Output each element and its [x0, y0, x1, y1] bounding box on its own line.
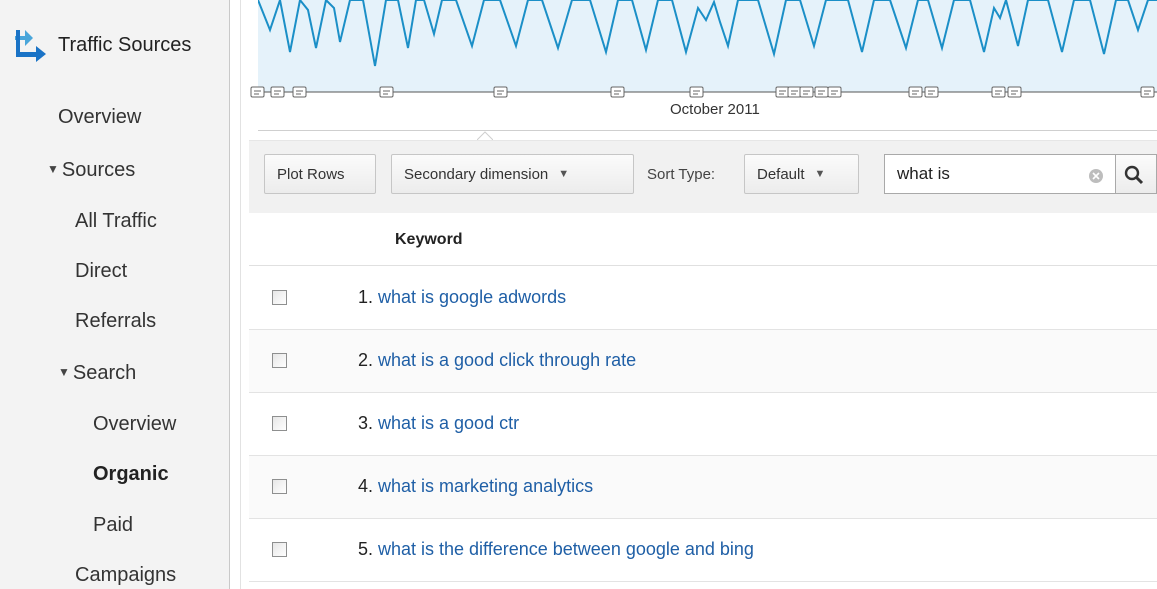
chevron-down-icon: ▼: [814, 168, 826, 180]
search-button[interactable]: [1116, 154, 1157, 194]
annotation-note-icon[interactable]: [991, 86, 1007, 100]
sidebar-item-label: Sources: [61, 159, 136, 181]
expand-triangle-icon: ▼: [58, 364, 70, 379]
sidebar: Traffic Sources Overview ▼ Sources All Tr…: [0, 0, 229, 589]
chevron-down-icon: ▼: [558, 168, 570, 180]
sidebar-item-label: All Traffic: [75, 210, 157, 232]
chart-series-line: [258, 0, 1157, 67]
sidebar-item-all-traffic[interactable]: All Traffic: [75, 210, 157, 233]
search-input[interactable]: [884, 154, 1116, 194]
sidebar-item-label: Overview: [93, 413, 177, 435]
section-divider: [258, 130, 1157, 131]
row-number: 5.: [357, 539, 373, 559]
sidebar-item-label: Direct: [75, 260, 128, 282]
traffic-line-chart[interactable]: [258, 0, 1157, 92]
sidebar-item-label: Referrals: [75, 310, 157, 332]
header-divider: [249, 265, 1157, 266]
annotation-note-icon[interactable]: [689, 86, 705, 100]
table-row: 3. what is a good ctr: [249, 393, 1157, 456]
table-toolbar: Plot Rows Secondary dimension ▼ Sort Typ…: [249, 140, 1157, 213]
row-checkbox[interactable]: [272, 290, 287, 305]
plot-rows-button[interactable]: Plot Rows: [264, 154, 376, 194]
month-label: October 2011: [670, 101, 760, 118]
annotation-note-icon[interactable]: [250, 86, 266, 100]
annotation-note-icon[interactable]: [610, 86, 626, 100]
sidebar-item-campaigns[interactable]: Campaigns: [75, 564, 176, 587]
row-number: 2.: [357, 350, 373, 370]
sidebar-item-direct[interactable]: Direct: [75, 260, 127, 283]
sidebar-divider-inner: [240, 0, 241, 589]
sidebar-item-referrals[interactable]: Referrals: [75, 310, 156, 333]
row-checkbox[interactable]: [272, 353, 287, 368]
clear-search-icon[interactable]: [1088, 168, 1104, 184]
row-checkbox[interactable]: [272, 542, 287, 557]
keyword-link[interactable]: what is a good ctr: [378, 413, 519, 434]
table-row: 2. what is a good click through rate: [249, 330, 1157, 393]
annotation-note-icon[interactable]: [908, 86, 924, 100]
keyword-link[interactable]: what is google adwords: [378, 287, 566, 308]
keyword-column-header[interactable]: Keyword: [395, 231, 463, 249]
annotation-note-icon[interactable]: [827, 86, 843, 100]
sidebar-item-organic[interactable]: Organic: [93, 463, 169, 486]
row-number: 3.: [357, 413, 373, 433]
sidebar-item-paid[interactable]: Paid: [93, 514, 133, 537]
sidebar-item-search-overview[interactable]: Overview: [93, 413, 176, 436]
sidebar-item-sources[interactable]: ▼ Sources: [47, 159, 135, 182]
sidebar-item-search[interactable]: ▼ Search: [58, 362, 136, 385]
sidebar-item-overview[interactable]: Overview: [58, 106, 141, 129]
annotation-note-icon[interactable]: [379, 86, 395, 100]
table-row: 5. what is the difference between google…: [249, 519, 1157, 582]
row-checkbox[interactable]: [272, 416, 287, 431]
sidebar-item-label: Search: [72, 362, 137, 384]
sort-type-value: Default: [757, 165, 805, 183]
sidebar-item-label: Overview: [58, 106, 142, 128]
secondary-dimension-dropdown[interactable]: Secondary dimension ▼: [391, 154, 634, 194]
annotation-note-icon[interactable]: [1007, 86, 1023, 100]
annotation-note-icon[interactable]: [1140, 86, 1156, 100]
annotation-note-icon[interactable]: [924, 86, 940, 100]
keyword-link[interactable]: what is marketing analytics: [378, 476, 593, 497]
table-row: 4. what is marketing analytics: [249, 456, 1157, 519]
annotation-note-icon[interactable]: [270, 86, 286, 100]
search-icon: [1124, 165, 1144, 185]
secondary-dimension-label: Secondary dimension: [404, 165, 549, 183]
sort-type-label: Sort Type:: [647, 166, 716, 183]
sidebar-item-label: Paid: [93, 514, 134, 536]
traffic-sources-arrow-icon: [15, 30, 46, 62]
row-number: 1.: [357, 287, 373, 307]
annotation-note-icon[interactable]: [493, 86, 509, 100]
sidebar-header-title: Traffic Sources: [58, 34, 192, 56]
sort-type-dropdown[interactable]: Default ▼: [744, 154, 859, 194]
keyword-link[interactable]: what is the difference between google an…: [378, 539, 754, 560]
table-row: 1. what is google adwords: [249, 267, 1157, 330]
sidebar-header[interactable]: Traffic Sources: [0, 22, 229, 68]
sidebar-divider: [229, 0, 230, 589]
row-number: 4.: [357, 476, 373, 496]
sidebar-item-label: Organic: [93, 463, 169, 485]
expand-triangle-icon: ▼: [47, 161, 59, 176]
keyword-link[interactable]: what is a good click through rate: [378, 350, 636, 371]
plot-rows-label: Plot Rows: [277, 165, 345, 183]
annotation-note-icon[interactable]: [799, 86, 815, 100]
annotation-note-icon[interactable]: [292, 86, 308, 100]
sidebar-item-label: Campaigns: [75, 564, 177, 586]
row-checkbox[interactable]: [272, 479, 287, 494]
